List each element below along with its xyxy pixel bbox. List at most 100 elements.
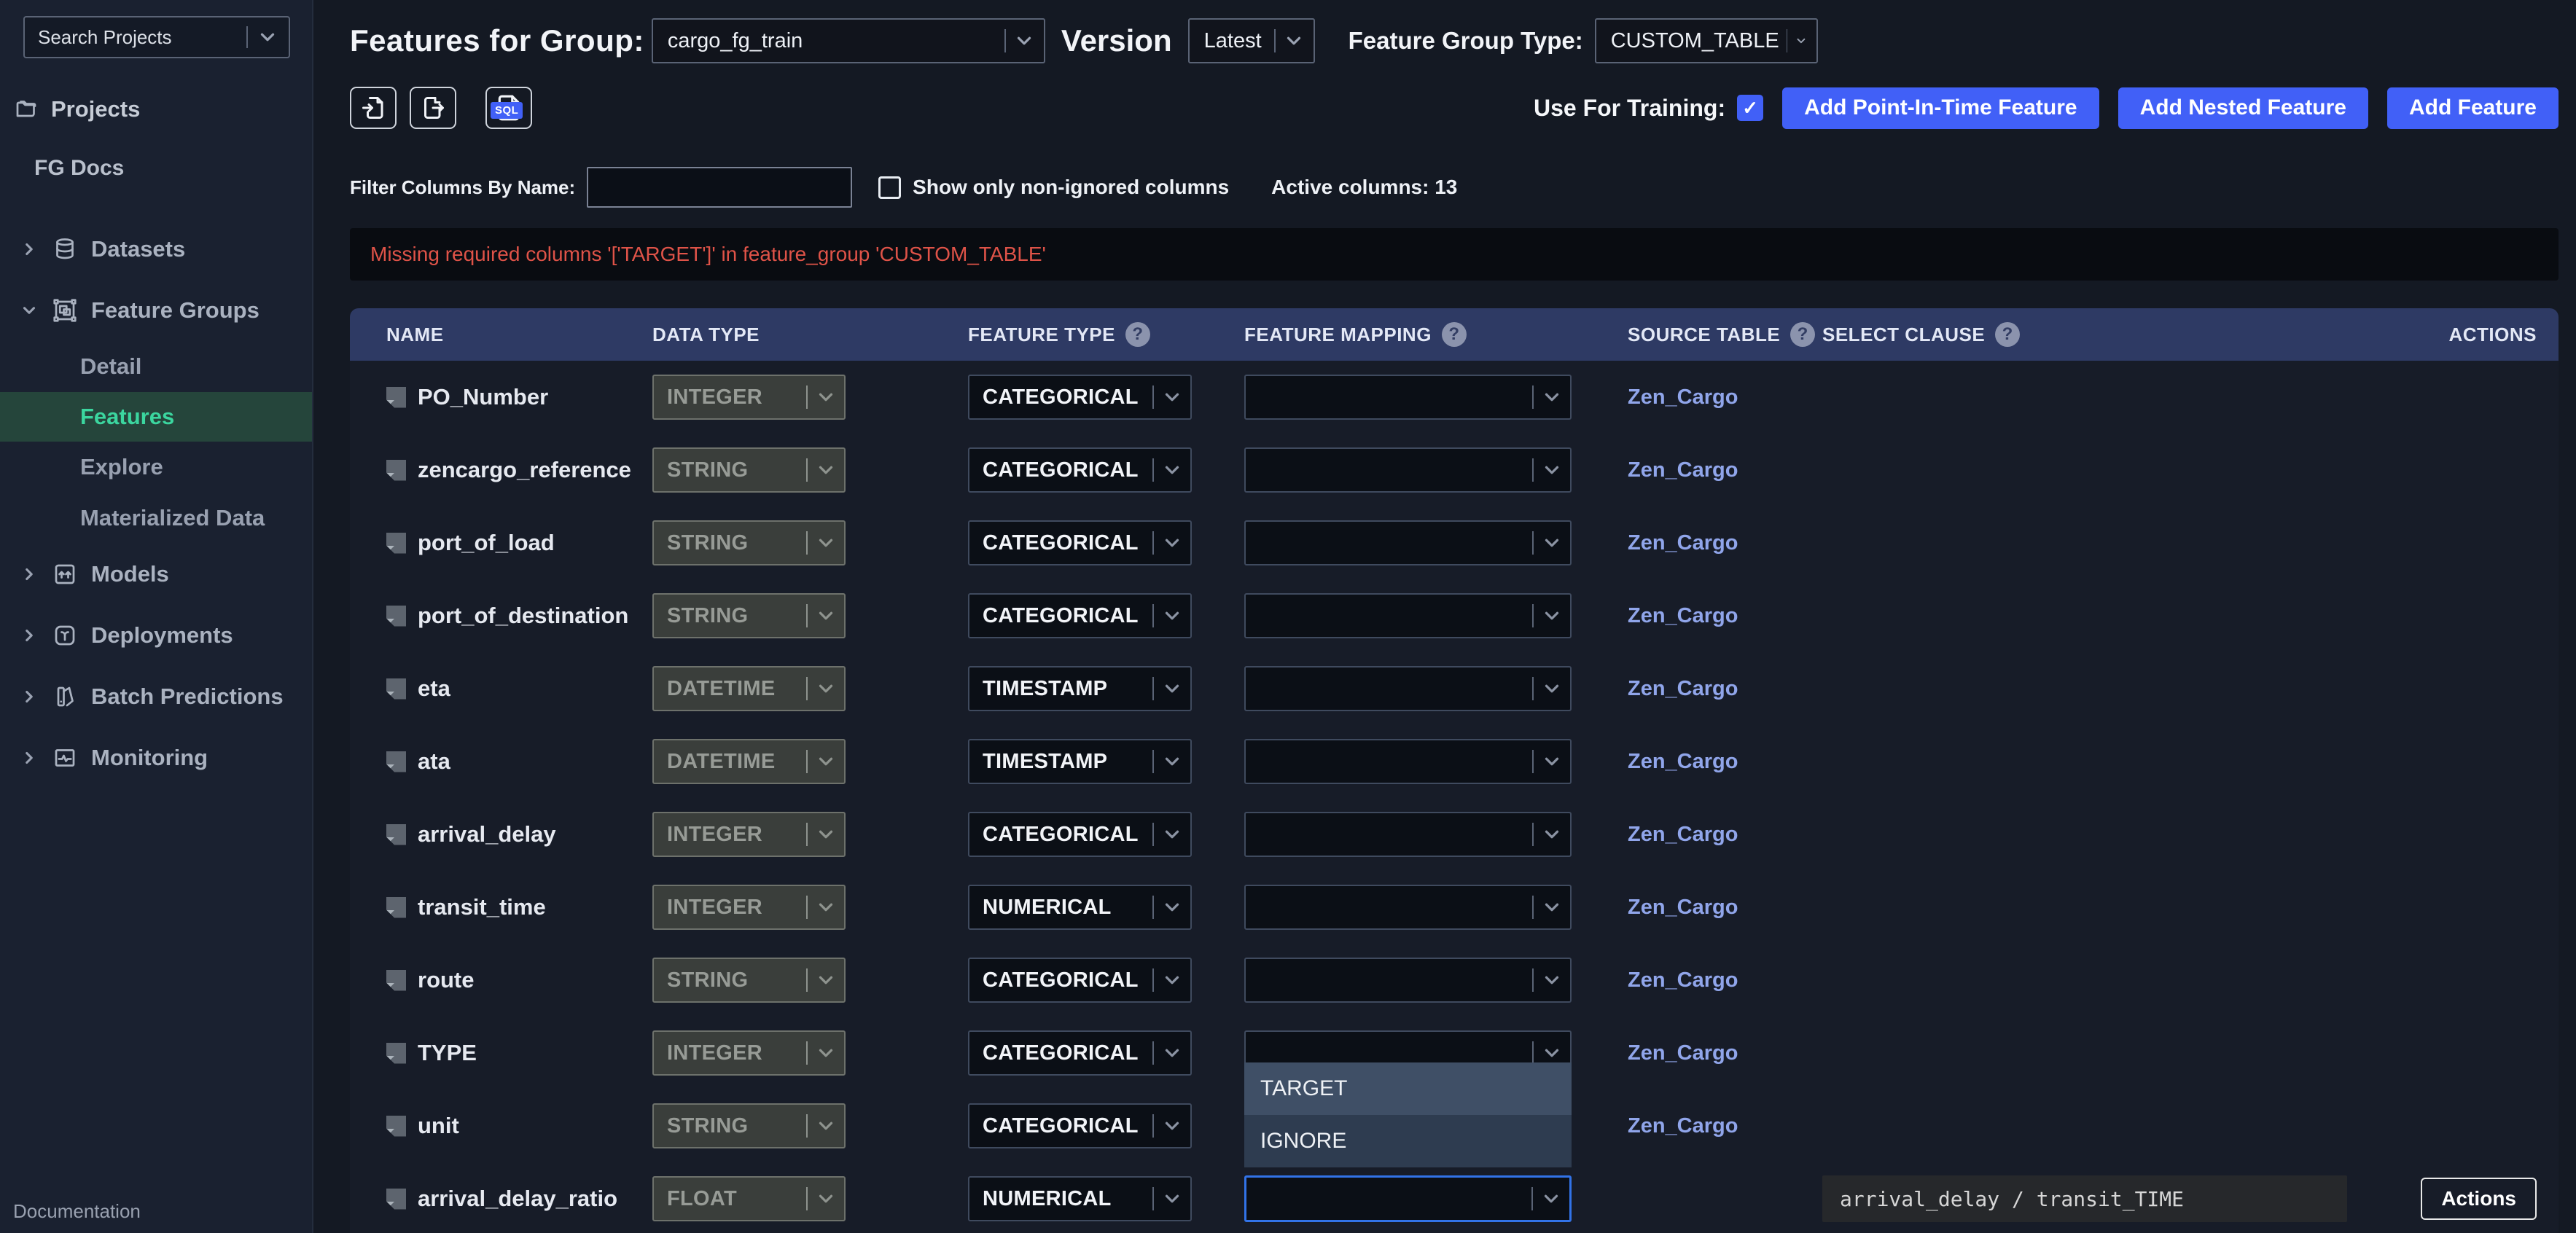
feature-mapping-select[interactable] xyxy=(1244,666,1572,711)
import-features-button[interactable] xyxy=(350,87,397,129)
sidebar-item-projects[interactable]: Projects xyxy=(13,96,312,122)
source-table-link[interactable]: Zen_Cargo xyxy=(1628,750,1738,773)
feature-type-select[interactable]: CATEGORICAL xyxy=(968,447,1192,493)
feature-type-select[interactable]: CATEGORICAL xyxy=(968,593,1192,638)
feature-mapping-select[interactable] xyxy=(1244,739,1572,784)
source-table-link[interactable]: Zen_Cargo xyxy=(1628,604,1738,627)
show-non-ignored-checkbox[interactable] xyxy=(878,176,901,199)
source-table-cell: Zen_Cargo xyxy=(1628,531,1822,555)
filter-columns-input[interactable] xyxy=(587,167,852,208)
source-table-link[interactable]: Zen_Cargo xyxy=(1628,458,1738,482)
feature-type-cell: CATEGORICAL xyxy=(968,375,1192,420)
feature-type-select[interactable]: TIMESTAMP xyxy=(968,666,1192,711)
feature-mapping-select[interactable] xyxy=(1244,885,1572,930)
feature-type-select[interactable]: NUMERICAL xyxy=(968,885,1192,930)
feature-name-cell: zencargo_reference xyxy=(386,457,652,483)
feature-mapping-select[interactable] xyxy=(1244,812,1572,857)
feature-type-select[interactable]: CATEGORICAL xyxy=(968,375,1192,420)
sidebar-item-feature-groups[interactable]: Feature Groups xyxy=(0,280,312,341)
select-value: CATEGORICAL xyxy=(983,968,1145,993)
select-divider xyxy=(1152,458,1154,482)
feature-mapping-option-target[interactable]: TARGET xyxy=(1244,1062,1572,1115)
add-nested-feature-button[interactable]: Add Nested Feature xyxy=(2118,87,2368,129)
feature-mapping-option-ignore[interactable]: IGNORE xyxy=(1244,1115,1572,1167)
feature-type-select[interactable]: CATEGORICAL xyxy=(968,520,1192,565)
select-value: FLOAT xyxy=(667,1187,799,1211)
feature-type-select[interactable]: CATEGORICAL xyxy=(968,1103,1192,1148)
select-divider xyxy=(1531,1187,1533,1210)
source-table-link[interactable]: Zen_Cargo xyxy=(1628,896,1738,919)
feature-type-cell: TIMESTAMP xyxy=(968,739,1192,784)
sidebar-item-batch-predictions[interactable]: Batch Predictions xyxy=(0,666,312,727)
help-icon[interactable]: ? xyxy=(1790,322,1815,347)
feature-name-cell: PO_Number xyxy=(386,384,652,410)
feature-name: zencargo_reference xyxy=(418,457,631,483)
source-table-link[interactable]: Zen_Cargo xyxy=(1628,531,1738,555)
use-for-training-checkbox[interactable] xyxy=(1737,95,1763,121)
sidebar-project-name[interactable]: FG Docs xyxy=(34,156,312,181)
feature-note-icon xyxy=(386,897,406,918)
source-table-link[interactable]: Zen_Cargo xyxy=(1628,677,1738,700)
feature-mapping-cell xyxy=(1244,434,1572,506)
select-divider xyxy=(1152,750,1154,773)
feature-type-select[interactable]: NUMERICAL xyxy=(968,1176,1192,1221)
row-actions-button[interactable]: Actions xyxy=(2421,1178,2537,1220)
select-value: CATEGORICAL xyxy=(983,458,1145,482)
source-table-link[interactable]: Zen_Cargo xyxy=(1628,1114,1738,1138)
help-icon[interactable]: ? xyxy=(1442,322,1467,347)
help-icon[interactable]: ? xyxy=(1125,322,1150,347)
source-table-cell: Zen_Cargo xyxy=(1628,968,1822,993)
sidebar-item-explore[interactable]: Explore xyxy=(0,442,312,493)
feature-note-icon xyxy=(386,824,406,845)
feature-name-cell: port_of_load xyxy=(386,530,652,556)
project-search-select[interactable]: Search Projects xyxy=(23,16,290,58)
feature-mapping-select[interactable] xyxy=(1244,520,1572,565)
sidebar-item-models[interactable]: Models xyxy=(0,544,312,605)
select-clause-value: arrival_delay / transit_TIME xyxy=(1822,1175,2347,1222)
data-type-cell: INTEGER xyxy=(652,812,846,857)
add-point-in-time-feature-button[interactable]: Add Point-In-Time Feature xyxy=(1782,87,2099,129)
help-icon[interactable]: ? xyxy=(1995,322,2020,347)
feature-mapping-cell: TARGETIGNORE xyxy=(1244,1017,1572,1089)
sidebar-item-deployments[interactable]: Deployments xyxy=(0,605,312,666)
feature-group-select[interactable]: cargo_fg_train xyxy=(652,18,1045,63)
feature-type-select[interactable]: TIMESTAMP xyxy=(968,739,1192,784)
feature-type-select[interactable]: CATEGORICAL xyxy=(968,958,1192,1003)
feature-mapping-select[interactable] xyxy=(1244,447,1572,493)
select-value: CATEGORICAL xyxy=(983,385,1145,410)
feature-type-cell: CATEGORICAL xyxy=(968,1030,1192,1076)
feature-mapping-select[interactable] xyxy=(1244,1175,1572,1222)
feature-mapping-select[interactable] xyxy=(1244,958,1572,1003)
feature-mapping-select[interactable] xyxy=(1244,375,1572,420)
sidebar-item-detail[interactable]: Detail xyxy=(0,341,312,392)
add-feature-button[interactable]: Add Feature xyxy=(2387,87,2559,129)
version-select[interactable]: Latest xyxy=(1188,18,1315,63)
feature-group-type-label: Feature Group Type: xyxy=(1349,27,1583,55)
documentation-link[interactable]: Documentation xyxy=(13,1200,141,1223)
sidebar-item-features[interactable]: Features xyxy=(0,392,312,442)
feature-type-select[interactable]: CATEGORICAL xyxy=(968,1030,1192,1076)
sidebar-item-datasets[interactable]: Datasets xyxy=(0,219,312,280)
source-table-link[interactable]: Zen_Cargo xyxy=(1628,823,1738,846)
feature-type-select[interactable]: CATEGORICAL xyxy=(968,812,1192,857)
feature-name: arrival_delay_ratio xyxy=(418,1186,617,1212)
feature-mapping-select[interactable] xyxy=(1244,593,1572,638)
chevron-down-icon xyxy=(815,969,837,991)
chevron-down-icon xyxy=(815,751,837,772)
data-type-select: INTEGER xyxy=(652,812,846,857)
feature-group-type-select[interactable]: CUSTOM_TABLE xyxy=(1595,18,1818,63)
source-table-link[interactable]: Zen_Cargo xyxy=(1628,385,1738,409)
sql-editor-button[interactable]: SQL xyxy=(485,87,532,129)
chevron-down-icon xyxy=(815,386,837,408)
sidebar-item-materialized-data[interactable]: Materialized Data xyxy=(0,493,312,544)
table-row: port_of_loadSTRINGCATEGORICALZen_Cargo xyxy=(350,506,2559,579)
export-features-button[interactable] xyxy=(410,87,456,129)
source-table-link[interactable]: Zen_Cargo xyxy=(1628,968,1738,992)
chevron-down-icon xyxy=(1541,751,1563,772)
chevron-right-icon xyxy=(20,626,39,645)
sidebar: Search Projects Projects FG Docs Dataset… xyxy=(0,0,313,1233)
sidebar-item-label: Feature Groups xyxy=(91,297,259,324)
sidebar-item-monitoring[interactable]: Monitoring xyxy=(0,727,312,788)
select-value: INTEGER xyxy=(667,896,799,920)
source-table-link[interactable]: Zen_Cargo xyxy=(1628,1041,1738,1065)
